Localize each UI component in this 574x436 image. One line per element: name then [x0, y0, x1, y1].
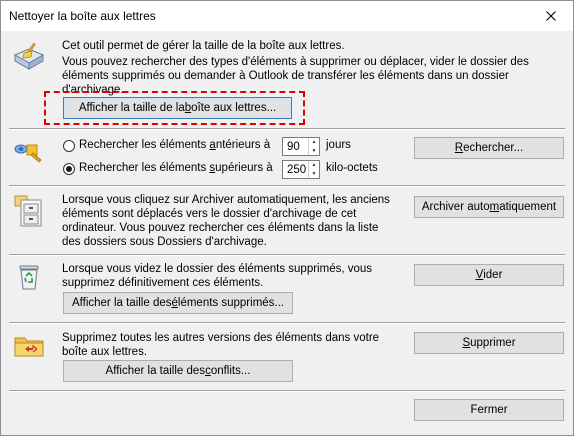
archive-text-1: Lorsque vous cliquez sur Archiver automa… [62, 194, 390, 206]
intro-text-3: éléments supprimés ou demander à Outlook… [62, 70, 509, 82]
spin-up-arrow[interactable]: ▲ [309, 161, 319, 170]
archive-text-4: des dossiers sous Dossiers d'archivage. [62, 236, 267, 248]
empty-text-1: Lorsque vous videz le dossier des élémen… [62, 263, 373, 275]
conflicts-text-1: Supprimez toutes les autres versions des… [62, 332, 380, 344]
view-mailbox-size-button[interactable]: Afficher la taille de la b oîte aux lettr… [63, 97, 292, 119]
close-window-button[interactable] [529, 1, 573, 31]
conflicts-text-2: boîte aux lettres. [62, 346, 148, 358]
empty-text-2: supprimez définitivement ces éléments. [62, 277, 264, 289]
mailbox-cleanup-dialog: Nettoyer la boîte aux lettres Cet outil … [0, 0, 574, 436]
days-unit-label: jours [326, 139, 351, 151]
spin-up-arrow[interactable]: ▲ [309, 138, 319, 147]
empty-button[interactable]: Vider [414, 264, 564, 286]
larger-items-label: Rechercher les éléments supérieurs à [79, 162, 273, 174]
auto-archive-button[interactable]: Archiver auto m atiquement [414, 196, 564, 218]
days-input[interactable] [283, 138, 309, 155]
find-items-icon [14, 144, 42, 163]
separator [9, 322, 565, 324]
kilobytes-spinbox[interactable]: ▲ ▼ [282, 160, 320, 179]
window-title: Nettoyer la boîte aux lettres [9, 9, 156, 23]
kilobytes-input[interactable] [283, 161, 309, 178]
close-icon [546, 11, 556, 21]
search-button[interactable]: Rechercher... [414, 137, 564, 159]
separator [9, 128, 565, 130]
older-items-label: Rechercher les éléments antérieurs à [79, 139, 271, 151]
delete-button[interactable]: Supprimer [414, 332, 564, 354]
title-bar: Nettoyer la boîte aux lettres [1, 1, 573, 31]
intro-text-1: Cet outil permet de gérer la taille de l… [62, 40, 345, 52]
spin-down-arrow[interactable]: ▼ [309, 147, 319, 156]
separator [9, 254, 565, 256]
intro-text-2: Vous pouvez rechercher des types d'éléme… [62, 56, 529, 68]
larger-items-radio[interactable] [63, 163, 75, 175]
days-spinbox[interactable]: ▲ ▼ [282, 137, 320, 156]
kilobytes-unit-label: kilo-octets [326, 162, 378, 174]
separator [9, 185, 565, 187]
close-button[interactable]: Fermer [414, 399, 564, 421]
separator [9, 390, 565, 392]
older-items-radio[interactable] [63, 140, 75, 152]
view-conflicts-size-button[interactable]: Afficher la taille des c onflits... [63, 360, 293, 382]
recycle-bin-icon [19, 265, 39, 290]
archive-cabinet-icon [14, 195, 42, 227]
archive-text-2: éléments sont déplacés vers le dossier d… [62, 208, 357, 220]
spin-down-arrow[interactable]: ▼ [309, 170, 319, 179]
mailbox-broom-icon [13, 42, 45, 70]
archive-text-3: ordinateur. Vous pouvez rechercher ces é… [62, 222, 379, 234]
conflicts-folder-icon [14, 337, 44, 357]
view-deleted-size-button[interactable]: Afficher la taille des é léments supprimé… [63, 292, 293, 314]
